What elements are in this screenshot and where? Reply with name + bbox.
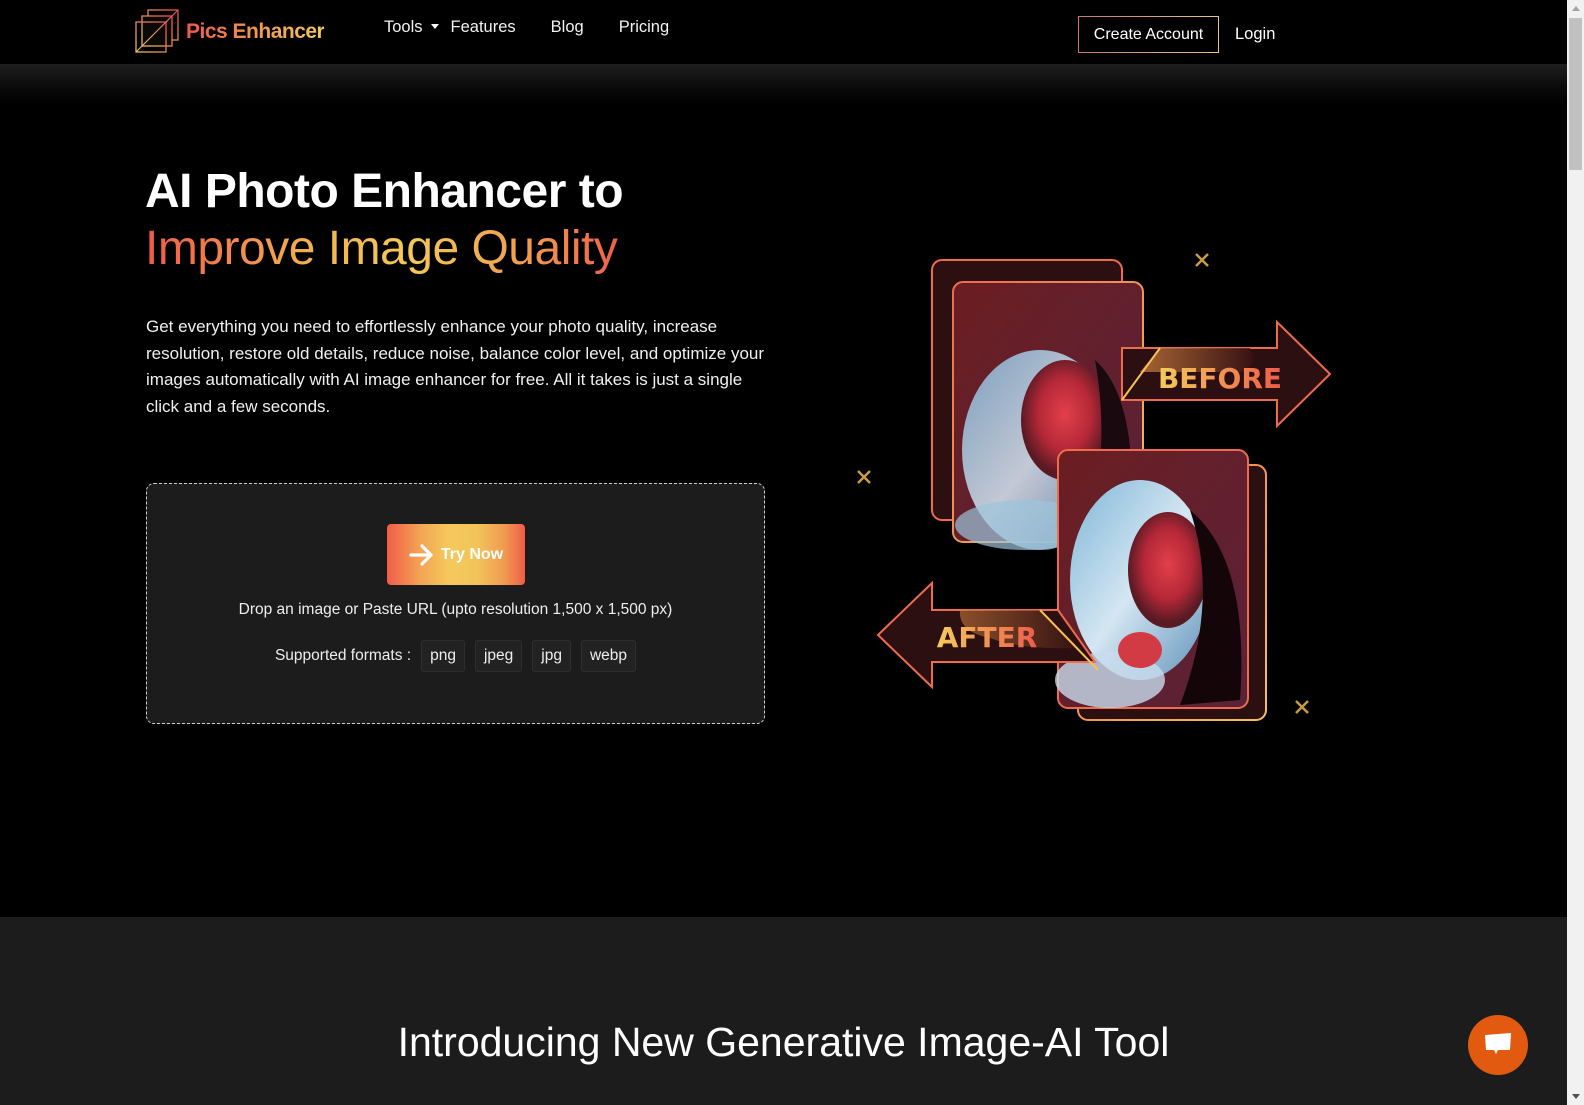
chat-button[interactable] — [1468, 1015, 1528, 1075]
before-label: BEFORE — [1158, 362, 1282, 395]
hero-title-line2: Improve Image Quality — [145, 220, 623, 277]
brand-name: Pics Enhancer — [186, 19, 325, 43]
drop-instructions: Drop an image or Paste URL (upto resolut… — [238, 601, 673, 618]
nav-shadow — [0, 64, 1567, 104]
nav-features[interactable]: Features — [451, 18, 516, 37]
hero-description: Get everything you need to effortlessly … — [146, 317, 765, 417]
scrollbar-thumb[interactable] — [1569, 18, 1582, 170]
vertical-scrollbar[interactable] — [1567, 0, 1584, 1105]
chat-bubble-icon — [1485, 1033, 1511, 1054]
logo-icon — [135, 9, 179, 53]
page: Pics Enhancer Tools Features Blog Pricin… — [0, 0, 1567, 1105]
format-badge-jpeg: jpeg — [474, 640, 523, 672]
format-badge-webp: webp — [580, 640, 637, 672]
main-nav: Tools Features Blog Pricing — [384, 18, 669, 37]
format-badge-png: png — [421, 640, 465, 672]
login-link[interactable]: Login — [1235, 25, 1275, 44]
create-account-button[interactable]: Create Account — [1078, 16, 1219, 53]
section-title: Introducing New Generative Image-AI Tool — [397, 1019, 1170, 1065]
brand-logo[interactable]: Pics Enhancer — [134, 8, 325, 55]
supported-formats: Supported formats : png jpeg jpg webp — [147, 640, 764, 672]
arrow-right-icon — [409, 543, 433, 566]
before-after-illustration: BEFORE AFTER — [857, 253, 1332, 721]
nav-blog[interactable]: Blog — [551, 18, 584, 37]
nav-tools[interactable]: Tools — [384, 18, 439, 37]
arrow-down-icon — [1571, 1094, 1580, 1099]
before-arrow: BEFORE — [1121, 319, 1332, 429]
format-badge-jpg: jpg — [532, 640, 571, 672]
navbar: Pics Enhancer Tools Features Blog Pricin… — [0, 0, 1567, 64]
arrow-up-icon — [1571, 6, 1580, 11]
nav-pricing[interactable]: Pricing — [619, 18, 669, 37]
upload-dropzone[interactable]: Try Now Drop an image or Paste URL (upto… — [146, 483, 765, 724]
generative-ai-section: Introducing New Generative Image-AI Tool — [0, 917, 1567, 1105]
after-label: AFTER — [937, 621, 1038, 654]
scroll-down-button[interactable] — [1567, 1088, 1584, 1105]
hero-title: AI Photo Enhancer to Improve Image Quali… — [145, 163, 624, 277]
nav-tools-label: Tools — [384, 18, 423, 36]
caret-down-icon — [430, 24, 439, 29]
formats-label: Supported formats : — [274, 647, 412, 664]
scroll-up-button[interactable] — [1567, 0, 1584, 17]
hero-title-line1: AI Photo Enhancer to — [145, 165, 624, 218]
try-now-button[interactable]: Try Now — [387, 524, 525, 585]
try-now-label: Try Now — [440, 545, 504, 563]
after-photo — [1055, 449, 1249, 709]
